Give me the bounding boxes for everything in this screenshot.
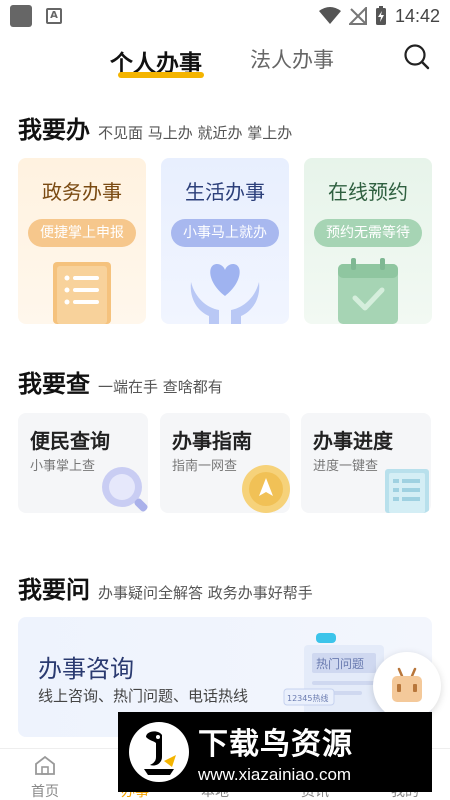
card-title: 在线预约 xyxy=(328,180,408,204)
card-desc: 小事掌上查 xyxy=(30,459,96,474)
card-title: 便民查询 xyxy=(30,429,110,453)
service-guide-card[interactable]: 办事指南 指南一网查 xyxy=(160,413,290,513)
section-ask-heading: 我要问 办事疑问全解答 政务办事好帮手 xyxy=(18,570,313,605)
banner-title: 办事咨询 xyxy=(38,655,134,683)
heart-hands-icon xyxy=(190,264,260,324)
header: 个人办事 法人办事 xyxy=(0,38,450,86)
illus-hot-questions-label: 热门问题 xyxy=(316,656,364,671)
document-list-icon xyxy=(385,469,429,513)
document-icon xyxy=(53,262,111,324)
section-do-title: 我要办 xyxy=(18,115,90,144)
no-signal-icon xyxy=(348,7,367,25)
section-ask-title: 我要问 xyxy=(18,575,90,604)
illus-hotline-label: 12345热线 xyxy=(287,693,328,703)
nav-home[interactable]: 首页 xyxy=(15,755,75,800)
life-affairs-card[interactable]: 生活办事 小事马上就办 xyxy=(161,158,289,324)
card-title: 办事进度 xyxy=(313,429,393,453)
banner-desc: 线上咨询、热门问题、电话热线 xyxy=(38,687,249,705)
watermark-url: www.xiazainiao.com xyxy=(198,765,352,784)
card-desc: 指南一网查 xyxy=(172,459,238,474)
card-title: 政务办事 xyxy=(42,180,122,204)
section-do-subtitle: 不见面 马上办 就近办 掌上办 xyxy=(98,124,293,142)
notification-icon xyxy=(10,5,32,27)
watermark-title: 下载鸟资源 xyxy=(198,727,353,762)
online-appointment-card[interactable]: 在线预约 预约无需等待 xyxy=(304,158,432,324)
card-title: 办事指南 xyxy=(172,429,252,453)
card-title: 生活办事 xyxy=(185,180,265,204)
magnifier-icon xyxy=(102,467,148,512)
wifi-icon xyxy=(318,7,341,24)
battery-charging-icon xyxy=(375,6,386,25)
status-time: 14:42 xyxy=(394,5,440,26)
bird-logo-icon xyxy=(129,722,189,782)
home-icon xyxy=(35,755,55,775)
card-tag: 便捷掌上申报 xyxy=(28,219,136,247)
tab-legal-affairs[interactable]: 法人办事 xyxy=(250,44,334,74)
convenience-query-card[interactable]: 便民查询 小事掌上查 xyxy=(18,413,148,513)
section-do-heading: 我要办 不见面 马上办 就近办 掌上办 xyxy=(18,110,292,145)
section-query-heading: 我要查 一端在手 查啥都有 xyxy=(18,364,223,399)
section-ask-subtitle: 办事疑问全解答 政务办事好帮手 xyxy=(98,584,313,602)
section-query-title: 我要查 xyxy=(18,369,90,398)
status-bar: A 14:42 xyxy=(0,0,450,32)
service-progress-card[interactable]: 办事进度 进度一键查 xyxy=(301,413,431,513)
robot-icon xyxy=(392,667,422,702)
active-tab-indicator xyxy=(118,72,204,78)
card-tag: 小事马上就办 xyxy=(171,219,279,247)
calendar-check-icon xyxy=(338,258,398,324)
watermark-overlay: 下载鸟资源 www.xiazainiao.com xyxy=(118,712,432,792)
nav-home-label: 首页 xyxy=(31,784,59,800)
robot-assistant-button[interactable] xyxy=(373,652,441,720)
gov-affairs-card[interactable]: 政务办事 便捷掌上申报 xyxy=(18,158,146,324)
app-notification-icon: A xyxy=(46,8,62,24)
section-query-subtitle: 一端在手 查啥都有 xyxy=(98,378,223,396)
card-desc: 进度一键查 xyxy=(313,459,379,474)
compass-icon xyxy=(242,465,290,513)
card-tag: 预约无需等待 xyxy=(314,219,422,247)
search-icon[interactable] xyxy=(402,42,432,72)
